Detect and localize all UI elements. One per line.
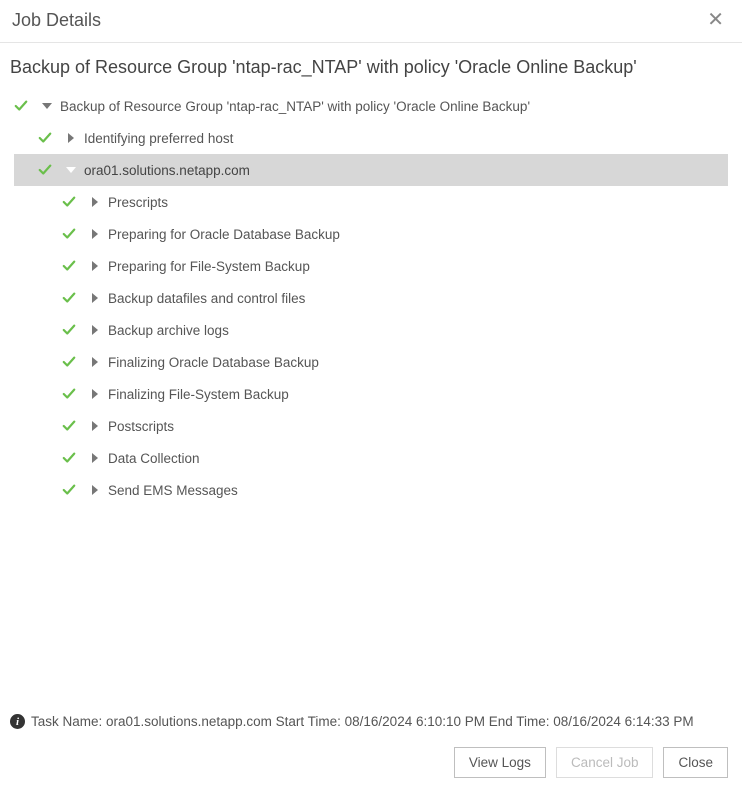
- check-icon: [62, 227, 76, 241]
- close-button[interactable]: Close: [663, 747, 728, 778]
- chevron-down-icon[interactable]: [64, 167, 78, 173]
- tree-row-identifying[interactable]: Identifying preferred host: [14, 122, 728, 154]
- check-icon: [62, 291, 76, 305]
- check-icon: [62, 451, 76, 465]
- check-icon: [62, 195, 76, 209]
- tree-row-step[interactable]: Send EMS Messages: [14, 474, 728, 506]
- tree-row-root[interactable]: Backup of Resource Group 'ntap-rac_NTAP'…: [14, 90, 728, 122]
- info-icon: i: [10, 714, 25, 729]
- chevron-right-icon[interactable]: [88, 293, 102, 303]
- close-icon[interactable]: ✕: [703, 8, 728, 32]
- tree-row-step[interactable]: Postscripts: [14, 410, 728, 442]
- chevron-right-icon[interactable]: [88, 485, 102, 495]
- tree-row-step[interactable]: Backup datafiles and control files: [14, 282, 728, 314]
- tree-row-step[interactable]: Finalizing File-System Backup: [14, 378, 728, 410]
- job-title: Backup of Resource Group 'ntap-rac_NTAP'…: [0, 43, 742, 90]
- window-title: Job Details: [12, 10, 101, 31]
- check-icon: [62, 323, 76, 337]
- check-icon: [38, 163, 52, 177]
- check-icon: [62, 483, 76, 497]
- tree-row-label: Send EMS Messages: [108, 483, 728, 498]
- chevron-right-icon[interactable]: [88, 453, 102, 463]
- check-icon: [62, 355, 76, 369]
- view-logs-button[interactable]: View Logs: [454, 747, 546, 778]
- task-info-text: Task Name: ora01.solutions.netapp.com St…: [31, 714, 694, 729]
- tree-row-step[interactable]: Data Collection: [14, 442, 728, 474]
- tree-row-label: ora01.solutions.netapp.com: [84, 163, 728, 178]
- tree-row-label: Preparing for Oracle Database Backup: [108, 227, 728, 242]
- tree-row-label: Backup datafiles and control files: [108, 291, 728, 306]
- chevron-right-icon[interactable]: [88, 325, 102, 335]
- tree-row-label: Data Collection: [108, 451, 728, 466]
- check-icon: [62, 419, 76, 433]
- tree-row-step[interactable]: Backup archive logs: [14, 314, 728, 346]
- tree-row-label: Backup of Resource Group 'ntap-rac_NTAP'…: [60, 99, 728, 114]
- check-icon: [62, 259, 76, 273]
- cancel-job-button: Cancel Job: [556, 747, 654, 778]
- check-icon: [38, 131, 52, 145]
- chevron-right-icon[interactable]: [88, 421, 102, 431]
- spacer: [0, 506, 742, 706]
- task-info-bar: i Task Name: ora01.solutions.netapp.com …: [0, 706, 742, 733]
- tree-row-label: Finalizing Oracle Database Backup: [108, 355, 728, 370]
- chevron-right-icon[interactable]: [88, 197, 102, 207]
- tree-row-label: Preparing for File-System Backup: [108, 259, 728, 274]
- tree-row-step[interactable]: Finalizing Oracle Database Backup: [14, 346, 728, 378]
- job-tree: Backup of Resource Group 'ntap-rac_NTAP'…: [0, 90, 742, 506]
- chevron-right-icon[interactable]: [88, 261, 102, 271]
- tree-row-step[interactable]: Prescripts: [14, 186, 728, 218]
- button-bar: View Logs Cancel Job Close: [0, 733, 742, 794]
- job-details-modal: Job Details ✕ Backup of Resource Group '…: [0, 0, 742, 794]
- check-icon: [14, 99, 28, 113]
- tree-row-label: Finalizing File-System Backup: [108, 387, 728, 402]
- titlebar: Job Details ✕: [0, 0, 742, 43]
- chevron-down-icon[interactable]: [40, 103, 54, 109]
- chevron-right-icon[interactable]: [88, 389, 102, 399]
- chevron-right-icon[interactable]: [88, 229, 102, 239]
- tree-row-label: Prescripts: [108, 195, 728, 210]
- tree-row-step[interactable]: Preparing for Oracle Database Backup: [14, 218, 728, 250]
- tree-row-step[interactable]: Preparing for File-System Backup: [14, 250, 728, 282]
- chevron-right-icon[interactable]: [88, 357, 102, 367]
- tree-row-label: Identifying preferred host: [84, 131, 728, 146]
- tree-row-label: Postscripts: [108, 419, 728, 434]
- tree-row-host[interactable]: ora01.solutions.netapp.com: [14, 154, 728, 186]
- check-icon: [62, 387, 76, 401]
- chevron-right-icon[interactable]: [64, 133, 78, 143]
- tree-row-label: Backup archive logs: [108, 323, 728, 338]
- content-scroll[interactable]: Backup of Resource Group 'ntap-rac_NTAP'…: [0, 43, 742, 733]
